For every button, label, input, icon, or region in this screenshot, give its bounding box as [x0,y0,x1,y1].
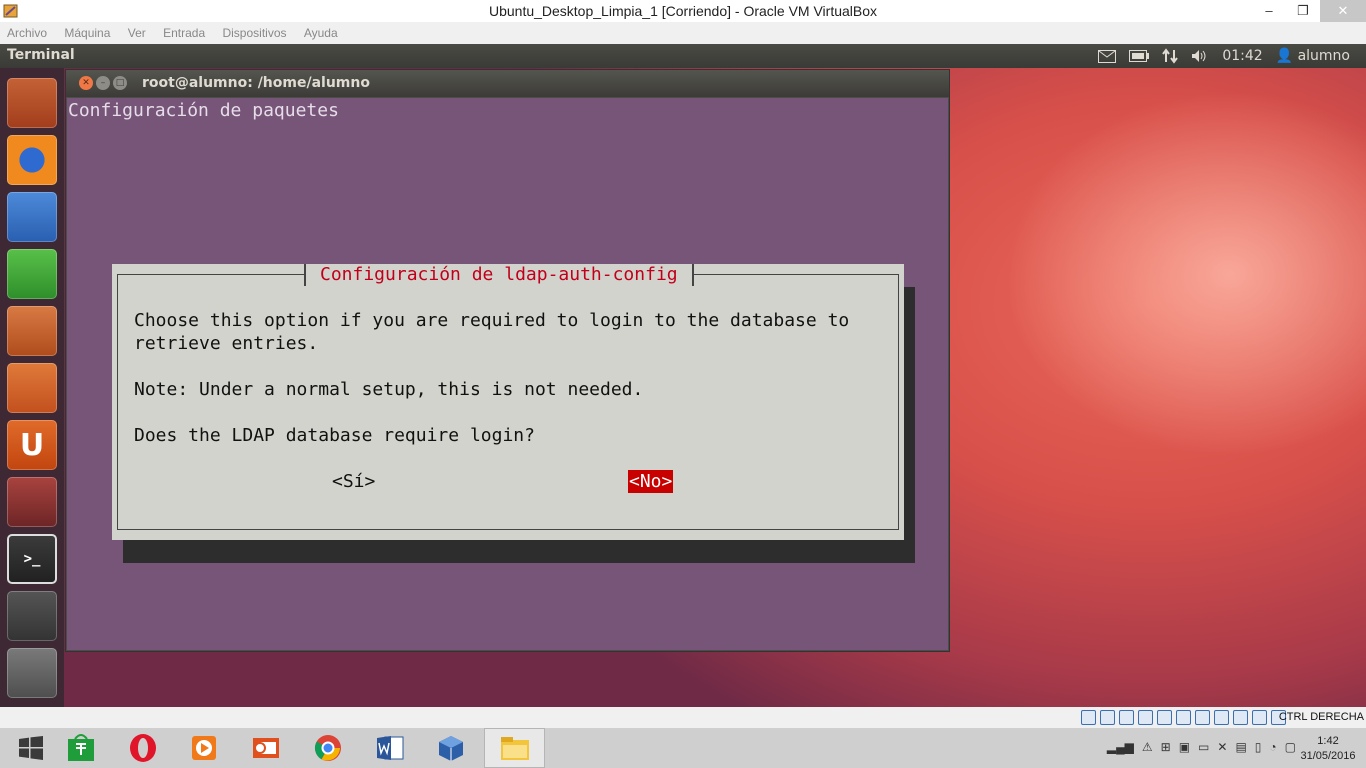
dialog-text-line-1: Choose this option if you are required t… [134,310,850,331]
menu-ayuda[interactable]: Ayuda [297,22,345,40]
windows-tray-icon[interactable]: ⊞ [1161,740,1171,754]
launcher-impress-icon[interactable] [7,306,57,356]
launcher-writer-icon[interactable] [7,192,57,242]
presentation-icon [252,738,279,758]
dialog-note: Note: Under a normal setup, this is not … [134,379,644,400]
security-icon[interactable]: ⚠ [1142,740,1153,754]
video-capture-icon[interactable] [1214,710,1229,725]
store-icon [67,734,94,761]
dialog-text-line-2: retrieve entries. [134,333,319,354]
panel-app-title: Terminal [7,47,75,63]
opera-icon [129,734,156,762]
network-status-icon[interactable] [1138,710,1153,725]
menu-ver[interactable]: Ver [121,22,153,40]
windows-taskbar: ▂▄▆ ⚠ ⊞ ▣ ▭ ✕ ▤ ▯ ◔ ▢ 1:42 31/05/2016 [0,728,1366,768]
vbox-status-bar: CTRL DERECHA [0,707,1366,728]
terminal-title: root@alumno: /home/alumno [142,75,370,91]
signal-icon[interactable]: ▂▄▆ [1107,740,1134,754]
guest-screen[interactable]: Terminal 01:42 👤 alumno U >_ ✕ – □ root@… [0,44,1366,707]
mouse-integration-icon[interactable] [1252,710,1267,725]
minimize-button[interactable]: – [1252,0,1286,22]
clock-date: 31/05/2016 [1300,750,1356,762]
launcher-ubuntu-one-icon[interactable]: U [7,420,57,470]
vbox-title-bar: Ubuntu_Desktop_Limpia_1 [Corriendo] - Or… [0,0,1366,22]
clock-time: 1:42 [1317,735,1339,747]
media-player-icon [191,736,216,760]
audio-status-icon[interactable] [1119,710,1134,725]
host-key-label: CTRL DERECHA [1278,711,1364,723]
taskbar-chrome[interactable] [297,728,358,768]
launcher-firefox-icon[interactable] [7,135,57,185]
ldap-config-dialog: Configuración de ldap-auth-config Choose… [112,264,904,540]
user-icon: 👤 [1275,48,1294,64]
monitor-icon[interactable]: ▤ [1235,740,1246,754]
windows-logo-icon [18,736,43,760]
package-config-header: Configuración de paquetes [68,100,339,121]
taskbar-word[interactable] [359,728,420,768]
unity-launcher: U >_ [0,68,64,707]
file-explorer-icon [500,737,529,760]
user-name: alumno [1297,48,1350,64]
taskbar-virtualbox[interactable] [420,728,481,768]
launcher-files-icon[interactable] [7,78,57,128]
launcher-terminal-icon[interactable]: >_ [7,534,57,584]
dialog-question: Does the LDAP database require login? [134,425,535,446]
window-title: Ubuntu_Desktop_Limpia_1 [Corriendo] - Or… [488,3,878,19]
taskbar-file-explorer[interactable] [484,728,545,768]
dialog-title: Configuración de ldap-auth-config [304,264,694,286]
hdd-status-icon[interactable] [1081,710,1096,725]
shared-folders-icon[interactable] [1176,710,1191,725]
nvidia-icon[interactable]: ▣ [1179,740,1190,754]
restore-button[interactable]: ❐ [1286,0,1320,22]
usb-tray-icon[interactable]: ▯ [1255,740,1262,754]
menu-maquina[interactable]: Máquina [57,22,117,40]
system-tray: ▂▄▆ ⚠ ⊞ ▣ ▭ ✕ ▤ ▯ ◔ ▢ [1107,740,1296,754]
virtualbox-icon [438,736,463,761]
launcher-software-center-icon[interactable] [7,363,57,413]
volume-icon[interactable] [1191,49,1209,63]
terminal-body[interactable]: Configuración de paquetes Configuración … [67,98,948,650]
display-icon[interactable]: ▭ [1198,740,1209,754]
menu-archivo[interactable]: Archivo [0,22,54,40]
taskbar-store[interactable] [50,728,111,768]
menu-entrada[interactable]: Entrada [156,22,212,40]
mail-icon[interactable] [1098,49,1117,63]
virtualization-icon[interactable] [1233,710,1248,725]
usb-status-icon[interactable] [1157,710,1172,725]
screen-icon[interactable]: ▢ [1285,740,1296,754]
taskbar-media-player[interactable] [173,728,234,768]
taskbar-presentation[interactable] [235,728,296,768]
vbox-menu-bar: Archivo Máquina Ver Entrada Dispositivos… [0,22,1366,44]
chrome-icon [314,735,341,761]
battery-icon[interactable] [1129,50,1150,62]
terminal-minimize-icon[interactable]: – [96,76,110,90]
terminal-title-bar[interactable]: ✕ – □ root@alumno: /home/alumno [66,70,949,97]
terminal-maximize-icon[interactable]: □ [113,76,127,90]
yes-button[interactable]: <Sí> [331,470,376,493]
terminal-window[interactable]: ✕ – □ root@alumno: /home/alumno Configur… [65,69,950,652]
launcher-calc-icon[interactable] [7,249,57,299]
optical-drive-icon[interactable] [1100,710,1115,725]
menu-dispositivos[interactable]: Dispositivos [215,22,293,40]
terminal-close-icon[interactable]: ✕ [79,76,93,90]
ubuntu-top-panel: Terminal 01:42 👤 alumno [0,44,1366,68]
taskbar-clock[interactable]: 1:42 31/05/2016 [1298,734,1358,764]
launcher-system-settings-icon[interactable] [7,477,57,527]
taskbar-opera[interactable] [112,728,173,768]
network-icon[interactable] [1162,48,1179,64]
network-tray-icon[interactable]: ✕ [1217,740,1227,754]
panel-clock[interactable]: 01:42 [1222,48,1262,64]
display-status-icon[interactable] [1195,710,1210,725]
launcher-workspaces-icon[interactable] [7,591,57,641]
close-button[interactable]: ✕ [1320,0,1366,22]
word-icon [376,736,403,760]
launcher-trash-icon[interactable] [7,648,57,698]
no-button[interactable]: <No> [628,470,674,493]
update-icon[interactable]: ◔ [1269,740,1276,754]
user-menu[interactable]: 👤 alumno [1276,48,1350,64]
